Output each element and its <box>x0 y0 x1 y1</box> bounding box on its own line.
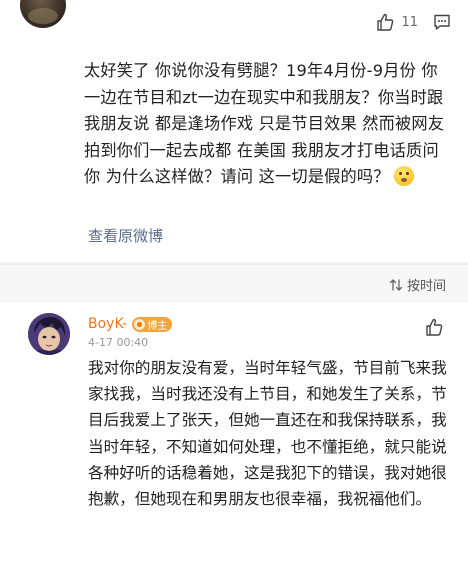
blogger-avatar[interactable] <box>28 313 70 355</box>
like-count: 11 <box>401 14 418 30</box>
badge-label: 博主 <box>147 320 168 332</box>
thinking-face-emoji <box>393 166 414 186</box>
blogger-badge: 博主 <box>132 316 173 332</box>
comment-text: 太好笑了 你说你没有劈腿？19年4月份-9月份 你一边在节目和zt一边在现实中和… <box>84 58 454 191</box>
sort-arrows-icon <box>389 278 403 291</box>
thumbs-up-icon <box>377 13 394 31</box>
reply-header: BoyK- 博主 <box>88 316 173 332</box>
top-comment-actions: 11 <box>375 12 452 32</box>
reply-text: 我对你的朋友没有爱，当时年轻气盛，节目前飞来我家找我，当时我还没有上节目，和她发… <box>88 359 447 509</box>
sort-bar: 按时间 <box>0 264 468 304</box>
sort-by-time-button[interactable]: 按时间 <box>389 275 446 294</box>
like-button[interactable]: 11 <box>375 12 418 32</box>
reply-card: BoyK- 博主 4-17 00:40 我对你的朋友没有爱，当时年轻气盛，节目前… <box>0 303 468 571</box>
blogger-username[interactable]: BoyK- <box>88 316 127 332</box>
comment-icon[interactable] <box>432 12 452 32</box>
view-original-link[interactable]: 查看原微博 <box>88 225 163 246</box>
top-comment-card: 11 太好笑了 你说你没有劈腿？19年4月份-9月份 你一边在节目和zt一边在现… <box>0 0 468 262</box>
badge-icon <box>134 318 146 330</box>
commenter-avatar[interactable] <box>20 0 66 28</box>
reply-timestamp: 4-17 00:40 <box>88 336 149 349</box>
reply-like-button[interactable] <box>424 317 444 337</box>
comment-body: 太好笑了 你说你没有劈腿？19年4月份-9月份 你一边在节目和zt一边在现实中和… <box>84 61 445 186</box>
avatar-illustration <box>28 313 70 355</box>
sort-label: 按时间 <box>406 279 446 294</box>
